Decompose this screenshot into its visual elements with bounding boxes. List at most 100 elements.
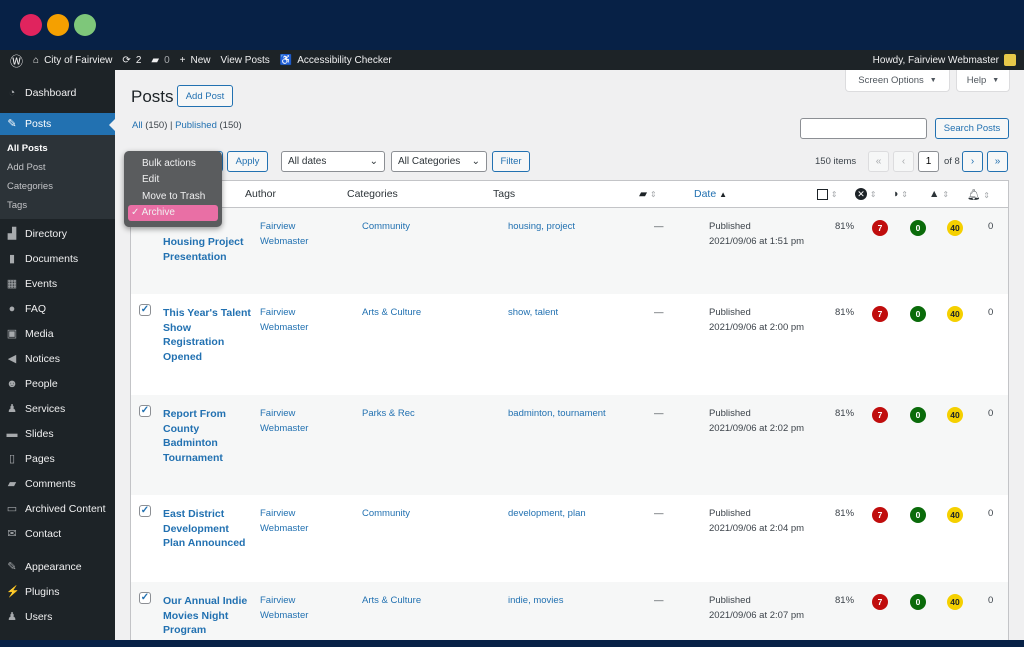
new-link[interactable]: + New [180, 55, 211, 66]
tags-link[interactable]: development, plan [508, 507, 586, 522]
submenu-tags[interactable]: Tags [0, 196, 115, 215]
sidebar-item-dashboard[interactable]: ◔ Dashboard [0, 80, 115, 105]
category-link[interactable]: Community [362, 507, 410, 522]
row-checkbox[interactable]: ✓ [139, 304, 151, 316]
page-title: Posts [131, 87, 174, 106]
submenu-add-post[interactable]: Add Post [0, 158, 115, 177]
screen-options-label: Screen Options [858, 75, 924, 86]
sidebar-item-plugins[interactable]: ⚡ Plugins [0, 579, 115, 604]
sidebar-item-archived-content[interactable]: ▭ Archived Content [0, 496, 115, 521]
comment-count: — [654, 508, 664, 519]
help-button[interactable]: Help ▼ [956, 70, 1010, 92]
accessibility-checker-link[interactable]: ♿ Accessibility Checker [280, 55, 392, 66]
menu-icon: ▦ [6, 277, 18, 290]
column-comments[interactable]: ▰ ⇕ [639, 188, 657, 200]
bulk-option-move-to-trash[interactable]: Move to Trash [128, 188, 218, 205]
sidebar-item-label: Pages [25, 452, 55, 465]
category-link[interactable]: Arts & Culture [362, 306, 421, 321]
next-page-button[interactable]: › [962, 151, 983, 172]
search-posts-button[interactable]: Search Posts [935, 118, 1009, 139]
bulk-option-archive[interactable]: ✓ Archive [128, 204, 218, 221]
categories-value: All Categories [398, 156, 461, 167]
sidebar-item-services[interactable]: ♟ Services [0, 396, 115, 421]
column-notices[interactable]: 🔔︎ ⇕ [967, 188, 990, 201]
bulk-option-bulk-actions[interactable]: Bulk actions [128, 155, 218, 172]
sidebar-item-directory[interactable]: ▟ Directory [0, 221, 115, 246]
column-author[interactable]: Author [245, 188, 276, 200]
close-window-button[interactable] [20, 14, 42, 36]
category-link[interactable]: Community [362, 220, 410, 235]
category-link[interactable]: Arts & Culture [362, 594, 421, 609]
dates-select[interactable]: All dates ⌄ [281, 151, 385, 172]
errors-badge: 7 [872, 407, 888, 423]
current-page-input[interactable] [918, 151, 939, 172]
submenu-categories[interactable]: Categories [0, 177, 115, 196]
sidebar-item-users[interactable]: ♟ Users [0, 604, 115, 629]
post-title-link[interactable]: Our Annual Indie Movies Night Program Re… [163, 594, 253, 640]
sort-icon: ⇕ [983, 190, 990, 200]
wordpress-logo-icon[interactable]: Ⓦ [10, 51, 23, 70]
posts-table: Author Categories Tags ▰ ⇕ Date ▲ ⇕ ✕ ⇕ … [130, 180, 1009, 640]
submenu-all-posts[interactable]: All Posts [0, 139, 115, 158]
sidebar-item-events[interactable]: ▦ Events [0, 271, 115, 296]
add-post-button[interactable]: Add Post [177, 85, 233, 107]
sidebar-item-notices[interactable]: ◀ Notices [0, 346, 115, 371]
last-page-button[interactable]: » [987, 151, 1008, 172]
post-title-link[interactable]: Report From County Badminton Tournament [163, 407, 253, 465]
comments-link[interactable]: ▰ 0 [151, 55, 169, 66]
column-errors[interactable]: ✕ ⇕ [855, 188, 877, 200]
search-input[interactable] [800, 118, 927, 139]
tags-link[interactable]: housing, project [508, 220, 575, 235]
sidebar-item-contact[interactable]: ✉ Contact [0, 521, 115, 546]
filter-published[interactable]: Published [175, 120, 217, 131]
sidebar-item-posts[interactable]: ✎ Posts [0, 113, 115, 135]
sidebar-item-documents[interactable]: ▮ Documents [0, 246, 115, 271]
category-link[interactable]: Parks & Rec [362, 407, 415, 422]
author-link[interactable]: Fairview Webmaster [260, 594, 320, 623]
view-posts-link[interactable]: View Posts [221, 55, 270, 66]
sidebar-item-label: Media [25, 327, 54, 340]
filter-all[interactable]: All [132, 120, 143, 131]
post-title-link[interactable]: Housing Project Presentation [163, 235, 253, 264]
sidebar-item-pages[interactable]: ▯ Pages [0, 446, 115, 471]
author-link[interactable]: Fairview Webmaster [260, 220, 320, 249]
sidebar-item-people[interactable]: ☻ People [0, 371, 115, 396]
apply-button[interactable]: Apply [227, 151, 268, 172]
tags-link[interactable]: show, talent [508, 306, 558, 321]
account-menu[interactable]: Howdy, Fairview Webmaster [873, 54, 1016, 66]
tags-link[interactable]: badminton, tournament [508, 407, 606, 422]
post-title-link[interactable]: This Year's Talent Show Registration Ope… [163, 306, 253, 364]
author-link[interactable]: Fairview Webmaster [260, 407, 320, 436]
column-date[interactable]: Date ▲ [694, 188, 727, 200]
site-link[interactable]: ⌂ City of Fairview [33, 55, 112, 66]
categories-select[interactable]: All Categories ⌄ [391, 151, 487, 172]
column-contrast[interactable]: ◑ ⇕ [892, 188, 908, 200]
comments-count: 0 [164, 54, 170, 66]
author-link[interactable]: Fairview Webmaster [260, 507, 320, 536]
filter-button[interactable]: Filter [492, 151, 530, 172]
first-page-button[interactable]: « [868, 151, 889, 172]
author-link[interactable]: Fairview Webmaster [260, 306, 320, 335]
window-controls [20, 14, 96, 36]
table-row: ✓ Our Annual Indie Movies Night Program … [131, 582, 1008, 640]
previous-page-button[interactable]: ‹ [893, 151, 914, 172]
updates-link[interactable]: ⟳ 2 [122, 55, 141, 66]
tags-link[interactable]: indie, movies [508, 594, 563, 609]
bulk-option-edit[interactable]: Edit [128, 172, 218, 189]
column-score[interactable]: ⇕ [817, 188, 838, 200]
sidebar-item-appearance[interactable]: ✎ Appearance [0, 554, 115, 579]
row-checkbox[interactable]: ✓ [139, 592, 151, 604]
sidebar-item-faq[interactable]: ● FAQ [0, 296, 115, 321]
post-title-link[interactable]: East District Development Plan Announced [163, 507, 253, 551]
sidebar-item-slides[interactable]: ▬ Slides [0, 421, 115, 446]
main-content: Screen Options ▼ Help ▼ Posts Add Post All… [115, 70, 1024, 640]
maximize-window-button[interactable] [74, 14, 96, 36]
sidebar-item-media[interactable]: ▣ Media [0, 321, 115, 346]
minimize-window-button[interactable] [47, 14, 69, 36]
screen-options-button[interactable]: Screen Options ▼ [845, 70, 950, 92]
row-checkbox[interactable]: ✓ [139, 505, 151, 517]
separator: | [170, 120, 173, 131]
sidebar-item-comments[interactable]: ▰ Comments [0, 471, 115, 496]
row-checkbox[interactable]: ✓ [139, 405, 151, 417]
column-warnings[interactable]: ▲ ⇕ [929, 188, 949, 200]
